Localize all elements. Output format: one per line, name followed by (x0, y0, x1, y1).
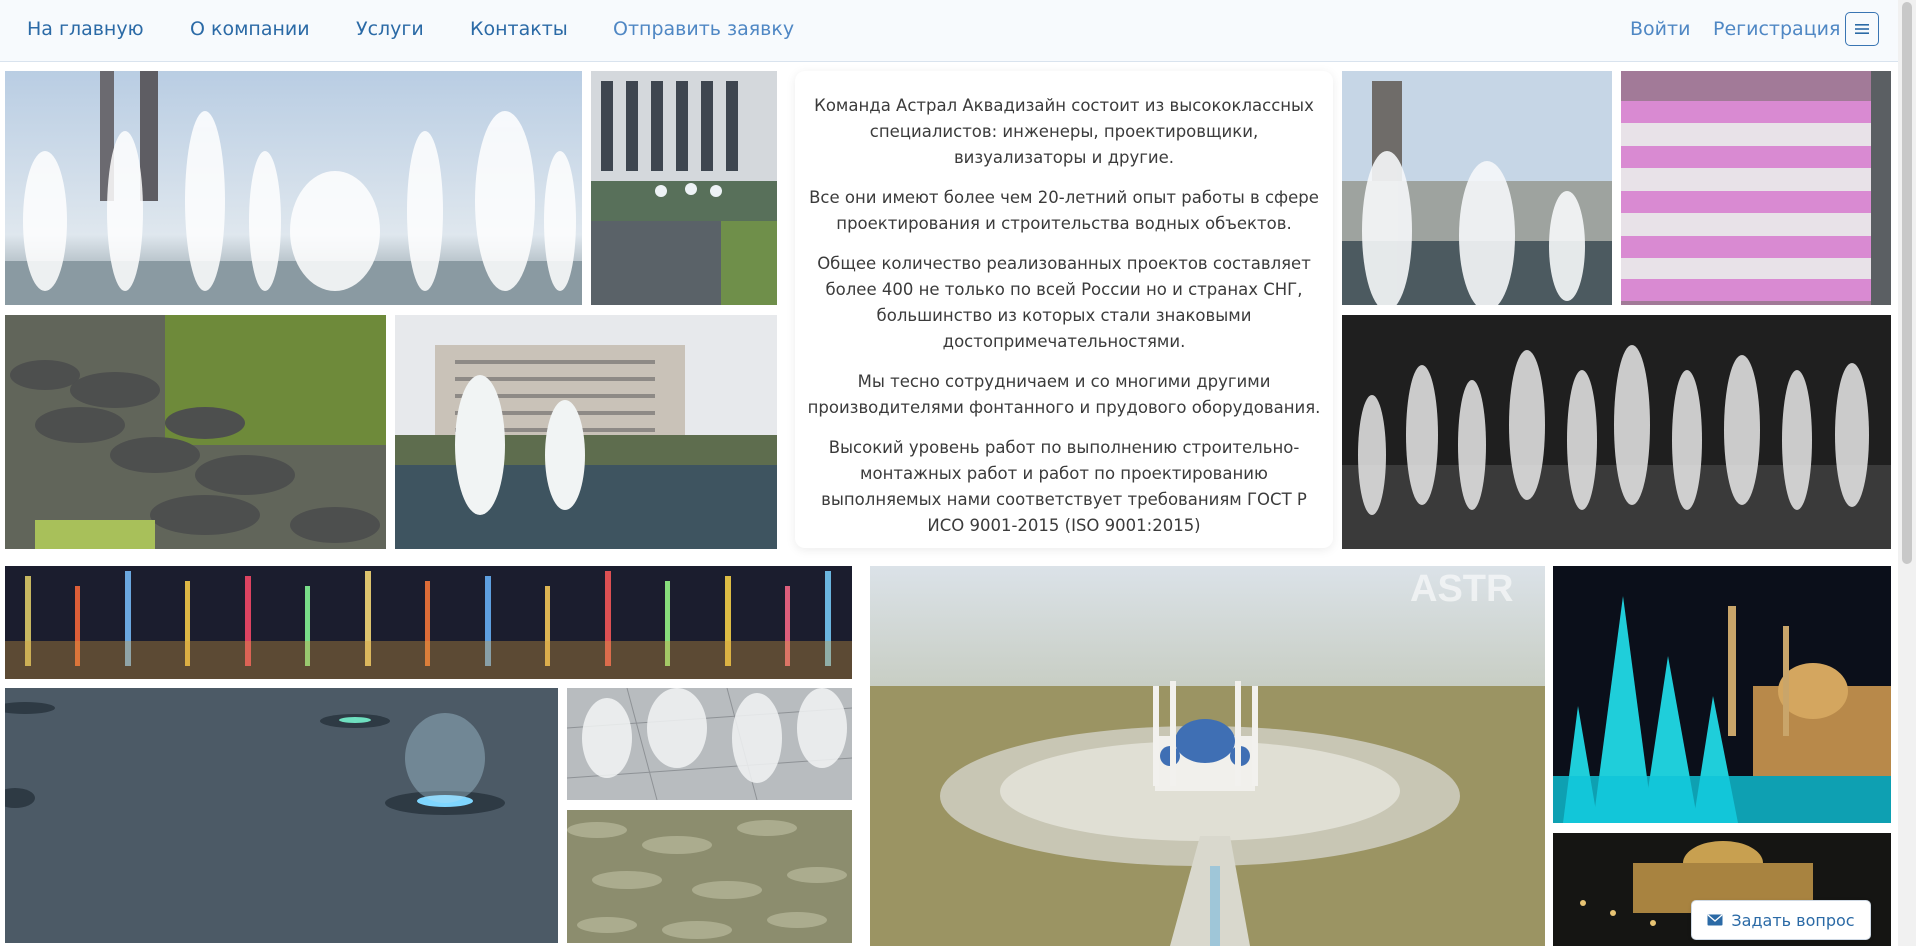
envelope-icon (1707, 914, 1723, 926)
ask-question-button[interactable]: Задать вопрос (1691, 900, 1871, 940)
colorful-night-fountain-photo (5, 566, 852, 679)
nav-login-link[interactable]: Войти (1630, 17, 1690, 41)
nav-request-link[interactable]: Отправить заявку (613, 17, 794, 41)
watermark-logo: ASTR (1410, 568, 1513, 610)
info-paragraph-quality: Высокий уровень работ по выполнению стро… (821, 438, 1307, 535)
pond-stepping-stones-photo (5, 315, 386, 549)
nav-services-link[interactable]: Услуги (356, 17, 424, 41)
floor-nozzles-photo (5, 688, 558, 943)
scrollbar-thumb[interactable] (1902, 2, 1912, 564)
nav-register-link[interactable]: Регистрация (1713, 17, 1840, 41)
nav-contacts-link[interactable]: Контакты (470, 17, 568, 41)
bw-fountain-jets-photo (1342, 315, 1891, 549)
menu-toggle-button[interactable] (1845, 12, 1879, 46)
turquoise-night-fountain-photo (1553, 566, 1891, 823)
building-fountain-photo (591, 71, 777, 305)
company-info-card: Команда Астрал Аквадизайн состоит из выс… (795, 71, 1333, 548)
top-navbar: На главную О компании Услуги Контакты От… (0, 0, 1898, 62)
info-paragraph-projects: Общее количество реализованных проектов … (817, 254, 1311, 351)
bubbler-fountain-building-photo (395, 315, 777, 549)
water-texture-photo (567, 810, 852, 943)
jet-fountain-tower-photo (1342, 71, 1612, 305)
nav-home-link[interactable]: На главную (27, 17, 144, 41)
nav-about-link[interactable]: О компании (190, 17, 310, 41)
info-paragraph-partners: Мы тесно сотрудничаем и со многими други… (807, 372, 1321, 417)
info-paragraph-experience: Все они имеют более чем 20-летний опыт р… (809, 188, 1319, 233)
info-paragraph-team: Команда Астрал Аквадизайн состоит из выс… (814, 96, 1314, 167)
fountain-mosque-photo (5, 71, 582, 305)
hamburger-menu-icon (1855, 24, 1869, 34)
page-scrollbar[interactable] (1898, 0, 1916, 946)
aerial-mosque-photo: ASTR (870, 566, 1545, 946)
ask-question-label: Задать вопрос (1731, 910, 1855, 930)
dry-fountain-tiles-photo (567, 688, 852, 800)
pink-lit-steps-photo (1621, 71, 1891, 305)
